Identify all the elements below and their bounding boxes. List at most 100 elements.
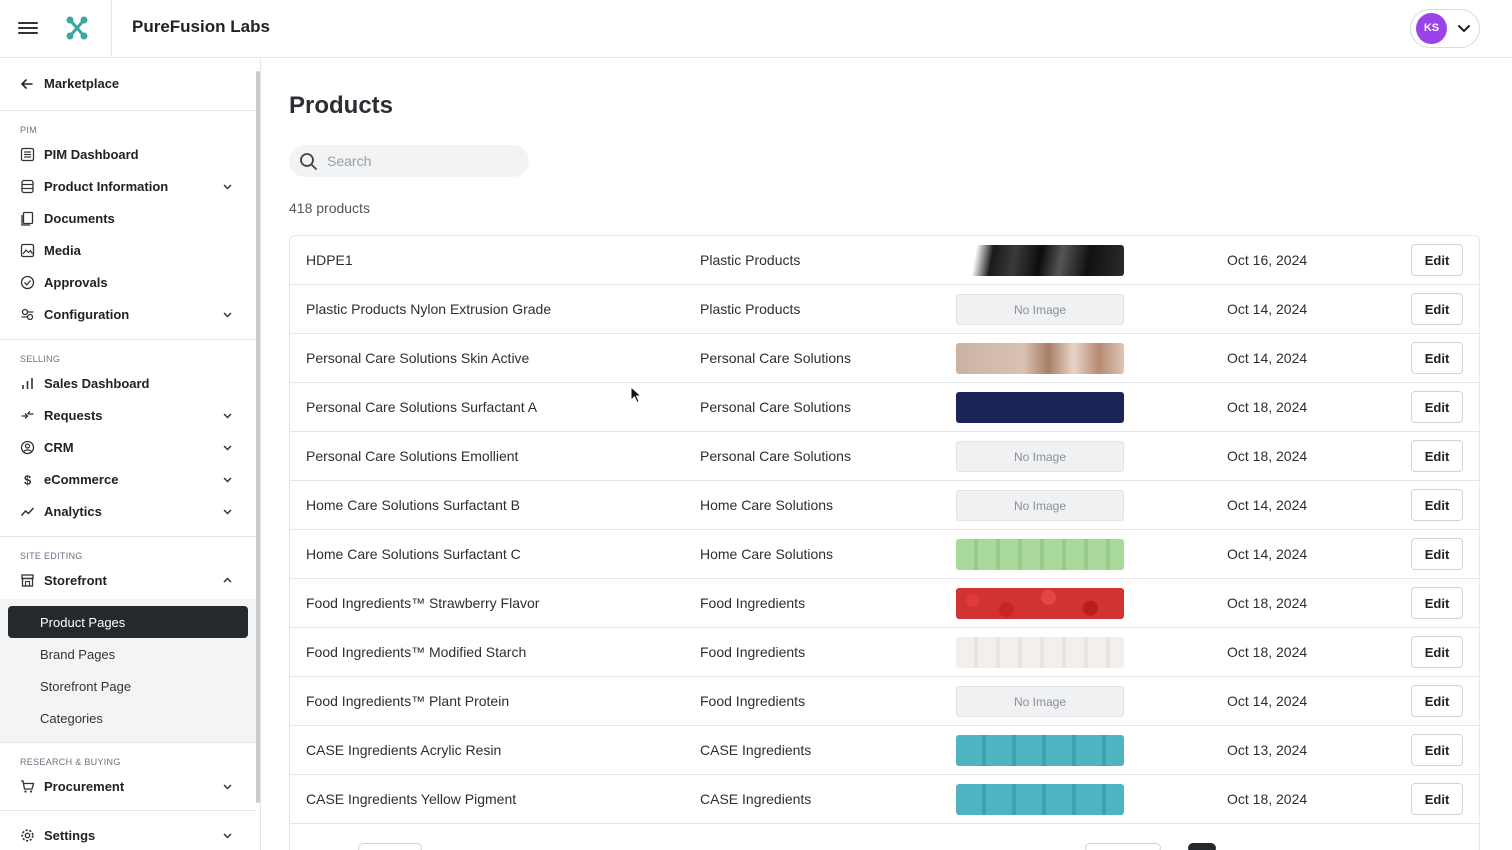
product-name[interactable]: HDPE1 xyxy=(306,252,353,268)
product-name[interactable]: Personal Care Solutions Skin Active xyxy=(306,350,529,366)
product-date: Oct 18, 2024 xyxy=(1227,644,1308,660)
sidebar-item-requests[interactable]: Requests xyxy=(0,401,256,429)
table-row[interactable]: CASE Ingredients Acrylic Resin CASE Ingre… xyxy=(290,726,1479,775)
divider xyxy=(0,536,256,537)
chevron-down-icon[interactable] xyxy=(222,410,233,421)
product-name[interactable]: Food Ingredients™ Strawberry Flavor xyxy=(306,595,539,611)
documents-icon xyxy=(21,211,34,226)
table-row[interactable]: CASE Ingredients Yellow Pigment CASE Ingr… xyxy=(290,775,1479,824)
divider xyxy=(0,742,256,743)
sidebar-item-product-information[interactable]: Product Information xyxy=(0,172,256,200)
product-category: Personal Care Solutions xyxy=(700,399,851,415)
product-name[interactable]: Personal Care Solutions Surfactant A xyxy=(306,399,537,415)
product-name[interactable]: Food Ingredients™ Modified Starch xyxy=(306,644,526,660)
product-name[interactable]: CASE Ingredients Yellow Pigment xyxy=(306,791,516,807)
edit-button[interactable]: Edit xyxy=(1411,489,1463,521)
sidebar-item-analytics[interactable]: Analytics xyxy=(0,497,256,525)
product-date: Oct 18, 2024 xyxy=(1227,595,1308,611)
table-row[interactable]: Food Ingredients™ Strawberry Flavor Food … xyxy=(290,579,1479,628)
edit-button[interactable]: Edit xyxy=(1411,734,1463,766)
edit-button[interactable]: Edit xyxy=(1411,244,1463,276)
sidebar-item-documents[interactable]: Documents xyxy=(0,204,256,232)
product-name[interactable]: Home Care Solutions Surfactant B xyxy=(306,497,520,513)
top-bar: PureFusion Labs KS xyxy=(0,0,1512,58)
table-row[interactable]: HDPE1 Plastic Products Oct 16, 2024 Edit xyxy=(290,236,1479,285)
svg-text:$: $ xyxy=(24,473,32,488)
table-row[interactable]: Food Ingredients™ Plant Protein Food Ingr… xyxy=(290,677,1479,726)
product-name[interactable]: Home Care Solutions Surfactant C xyxy=(306,546,521,562)
no-image-placeholder: No Image xyxy=(956,490,1124,521)
list-icon xyxy=(20,147,35,162)
product-thumbnail xyxy=(956,343,1124,374)
product-name[interactable]: Personal Care Solutions Emollient xyxy=(306,448,518,464)
chevron-down-icon[interactable] xyxy=(222,830,233,841)
subitem-label: Categories xyxy=(40,711,103,726)
sidebar-subitem-storefront-page[interactable]: Storefront Page xyxy=(8,670,248,702)
sidebar-item-settings[interactable]: Settings xyxy=(0,821,256,849)
product-name[interactable]: Plastic Products Nylon Extrusion Grade xyxy=(306,301,551,317)
dollar-icon: $ xyxy=(24,473,32,488)
product-thumbnail xyxy=(956,588,1124,619)
sidebar-item-label: Media xyxy=(44,243,81,258)
sidebar-item-label: Procurement xyxy=(44,779,125,794)
sidebar-item-ecommerce[interactable]: $ eCommerce xyxy=(0,465,256,493)
sidebar-item-approvals[interactable]: Approvals xyxy=(0,268,256,296)
sidebar-item-sales-dashboard[interactable]: Sales Dashboard xyxy=(0,369,256,397)
back-to-marketplace-link[interactable]: Marketplace xyxy=(0,71,256,97)
chevron-down-icon[interactable] xyxy=(222,181,233,192)
requests-icon xyxy=(21,411,34,419)
product-name[interactable]: Food Ingredients™ Plant Protein xyxy=(306,693,509,709)
edit-button[interactable]: Edit xyxy=(1411,391,1463,423)
back-label: Marketplace xyxy=(44,76,120,91)
brand-name: PureFusion Labs xyxy=(132,17,270,36)
edit-button[interactable]: Edit xyxy=(1411,342,1463,374)
pagination-current-page[interactable] xyxy=(1188,843,1216,850)
search-box[interactable] xyxy=(289,145,529,177)
product-date: Oct 14, 2024 xyxy=(1227,301,1308,317)
sidebar-subitem-categories[interactable]: Categories xyxy=(8,702,248,734)
search-input[interactable] xyxy=(327,151,517,171)
edit-button[interactable]: Edit xyxy=(1411,293,1463,325)
table-row[interactable]: Food Ingredients™ Modified Starch Food In… xyxy=(290,628,1479,677)
sidebar-item-storefront[interactable]: Storefront xyxy=(0,566,256,594)
sidebar-scrollbar[interactable] xyxy=(256,71,260,803)
sidebar-subitem-brand-pages[interactable]: Brand Pages xyxy=(8,638,248,670)
database-icon xyxy=(21,179,34,194)
chevron-down-icon[interactable] xyxy=(222,309,233,320)
chevron-up-icon[interactable] xyxy=(222,575,233,586)
sidebar-subitem-product-pages[interactable]: Product Pages xyxy=(8,606,248,638)
table-row[interactable]: Plastic Products Nylon Extrusion Grade Pl… xyxy=(290,285,1479,334)
pagination-button[interactable] xyxy=(1085,843,1161,850)
bar-chart-icon xyxy=(22,378,33,389)
table-row[interactable]: Home Care Solutions Surfactant C Home Car… xyxy=(290,530,1479,579)
sidebar-item-crm[interactable]: CRM xyxy=(0,433,256,461)
hamburger-menu-icon[interactable] xyxy=(18,19,38,39)
page-size-select[interactable] xyxy=(358,843,422,850)
table-row[interactable]: Home Care Solutions Surfactant B Home Car… xyxy=(290,481,1479,530)
edit-button[interactable]: Edit xyxy=(1411,587,1463,619)
section-heading-site-editing: SITE EDITING xyxy=(20,551,83,561)
user-menu-button[interactable]: KS xyxy=(1410,9,1480,48)
edit-button[interactable]: Edit xyxy=(1411,440,1463,472)
product-name[interactable]: CASE Ingredients Acrylic Resin xyxy=(306,742,501,758)
sidebar-item-pim-dashboard[interactable]: PIM Dashboard xyxy=(0,140,256,168)
edit-button[interactable]: Edit xyxy=(1411,685,1463,717)
chevron-down-icon[interactable] xyxy=(222,506,233,517)
product-date: Oct 18, 2024 xyxy=(1227,448,1308,464)
edit-button[interactable]: Edit xyxy=(1411,636,1463,668)
product-category: Plastic Products xyxy=(700,301,801,317)
table-row[interactable]: Personal Care Solutions Surfactant A Pers… xyxy=(290,383,1479,432)
edit-button[interactable]: Edit xyxy=(1411,538,1463,570)
chevron-down-icon[interactable] xyxy=(222,442,233,453)
search-icon xyxy=(300,153,317,170)
logo-cell[interactable] xyxy=(56,0,112,58)
sidebar-item-media[interactable]: Media xyxy=(0,236,256,264)
no-image-placeholder: No Image xyxy=(956,294,1124,325)
table-row[interactable]: Personal Care Solutions Skin Active Perso… xyxy=(290,334,1479,383)
edit-button[interactable]: Edit xyxy=(1411,783,1463,815)
chevron-down-icon[interactable] xyxy=(222,781,233,792)
table-row[interactable]: Personal Care Solutions Emollient Persona… xyxy=(290,432,1479,481)
chevron-down-icon[interactable] xyxy=(222,474,233,485)
sidebar-item-procurement[interactable]: Procurement xyxy=(0,772,256,800)
sidebar-item-configuration[interactable]: Configuration xyxy=(0,300,256,328)
